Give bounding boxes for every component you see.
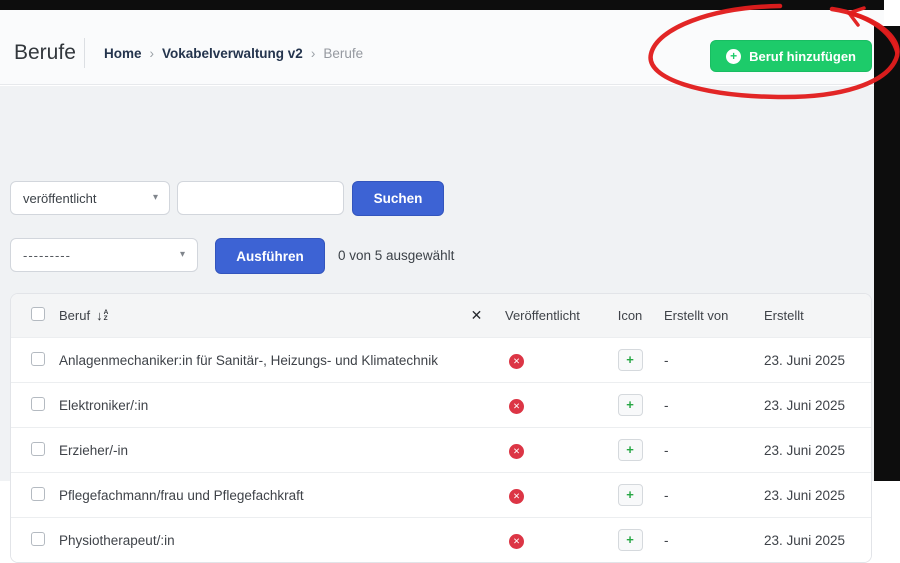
icon-add-button[interactable]: + xyxy=(618,439,643,461)
beruf-link[interactable]: Anlagenmechaniker:in für Sanitär-, Heizu… xyxy=(59,353,438,368)
not-published-icon: ✕ xyxy=(509,534,524,549)
clear-sort-icon[interactable]: ✕ xyxy=(471,307,483,323)
column-header-beruf[interactable]: Beruf ↓AZ xyxy=(49,308,456,323)
column-header-created[interactable]: Erstellt xyxy=(756,308,871,323)
breadcrumb-separator: › xyxy=(311,46,316,61)
beruf-link[interactable]: Pflegefachmann/frau und Pflegefachkraft xyxy=(59,488,304,503)
breadcrumb-section[interactable]: Vokabelverwaltung v2 xyxy=(162,46,303,61)
icon-add-button[interactable]: + xyxy=(618,484,643,506)
created-by-cell: - xyxy=(656,353,756,368)
column-header-created-by[interactable]: Erstellt von xyxy=(656,308,756,323)
created-cell: 23. Juni 2025 xyxy=(756,353,871,368)
column-header-beruf-label: Beruf xyxy=(59,308,90,323)
beruf-table: Beruf ↓AZ ✕ Veröffentlicht Icon Erstellt … xyxy=(10,293,872,563)
action-select-value: --------- xyxy=(23,248,71,263)
not-published-icon: ✕ xyxy=(509,354,524,369)
add-beruf-button[interactable]: + Beruf hinzufügen xyxy=(710,40,872,72)
created-by-cell: - xyxy=(656,488,756,503)
breadcrumb-home[interactable]: Home xyxy=(104,46,142,61)
created-by-cell: - xyxy=(656,533,756,548)
created-cell: 23. Juni 2025 xyxy=(756,488,871,503)
run-action-button[interactable]: Ausführen xyxy=(215,238,325,274)
row-checkbox[interactable] xyxy=(31,532,45,546)
chevron-down-icon: ▾ xyxy=(153,192,158,203)
search-input[interactable] xyxy=(177,181,344,215)
created-cell: 23. Juni 2025 xyxy=(756,398,871,413)
table-row: Elektroniker/:in ✕ + - 23. Juni 2025 xyxy=(11,382,871,427)
chevron-down-icon: ▾ xyxy=(180,249,186,260)
table-header-row: Beruf ↓AZ ✕ Veröffentlicht Icon Erstellt … xyxy=(11,294,871,337)
plus-circle-icon: + xyxy=(726,49,741,64)
table-row: Pflegefachmann/frau und Pflegefachkraft … xyxy=(11,472,871,517)
action-select[interactable]: --------- ▾ xyxy=(10,238,198,272)
not-published-icon: ✕ xyxy=(509,399,524,414)
row-checkbox[interactable] xyxy=(31,487,45,501)
table-row: Anlagenmechaniker:in für Sanitär-, Heizu… xyxy=(11,337,871,382)
page-body: veröffentlicht ▾ Suchen --------- ▾ Ausf… xyxy=(0,86,900,481)
breadcrumb-current: Berufe xyxy=(323,46,363,61)
search-button[interactable]: Suchen xyxy=(352,181,444,216)
select-all-checkbox[interactable] xyxy=(31,307,45,321)
icon-add-button[interactable]: + xyxy=(618,529,643,551)
created-cell: 23. Juni 2025 xyxy=(756,443,871,458)
published-filter-select[interactable]: veröffentlicht ▾ xyxy=(10,181,170,215)
icon-add-button[interactable]: + xyxy=(618,349,643,371)
published-filter-value: veröffentlicht xyxy=(23,191,96,206)
app-header: Berufe Home › Vokabelverwaltung v2 › Ber… xyxy=(0,10,900,85)
beruf-link[interactable]: Erzieher/-in xyxy=(59,443,128,458)
created-by-cell: - xyxy=(656,443,756,458)
corner-background xyxy=(884,0,900,26)
sort-alpha-icon: ↓AZ xyxy=(96,308,108,323)
table-body: Anlagenmechaniker:in für Sanitär-, Heizu… xyxy=(11,337,871,562)
table-row: Erzieher/-in ✕ + - 23. Juni 2025 xyxy=(11,427,871,472)
icon-add-button[interactable]: + xyxy=(618,394,643,416)
breadcrumb-separator: › xyxy=(150,46,155,61)
page-title: Berufe xyxy=(14,41,76,65)
beruf-link[interactable]: Elektroniker/:in xyxy=(59,398,148,413)
beruf-link[interactable]: Physiotherapeut/:in xyxy=(59,533,175,548)
column-header-published[interactable]: Veröffentlicht xyxy=(497,308,604,323)
top-black-bar xyxy=(0,0,884,10)
selection-status: 0 von 5 ausgewählt xyxy=(338,248,454,263)
not-published-icon: ✕ xyxy=(509,489,524,504)
not-published-icon: ✕ xyxy=(509,444,524,459)
table-row: Physiotherapeut/:in ✕ + - 23. Juni 2025 xyxy=(11,517,871,562)
column-header-icon[interactable]: Icon xyxy=(604,308,656,323)
right-black-band xyxy=(874,26,900,481)
add-beruf-button-label: Beruf hinzufügen xyxy=(749,49,856,64)
row-checkbox[interactable] xyxy=(31,397,45,411)
title-divider xyxy=(84,38,85,68)
created-by-cell: - xyxy=(656,398,756,413)
row-checkbox[interactable] xyxy=(31,352,45,366)
row-checkbox[interactable] xyxy=(31,442,45,456)
breadcrumb: Home › Vokabelverwaltung v2 › Berufe xyxy=(104,46,363,61)
created-cell: 23. Juni 2025 xyxy=(756,533,871,548)
